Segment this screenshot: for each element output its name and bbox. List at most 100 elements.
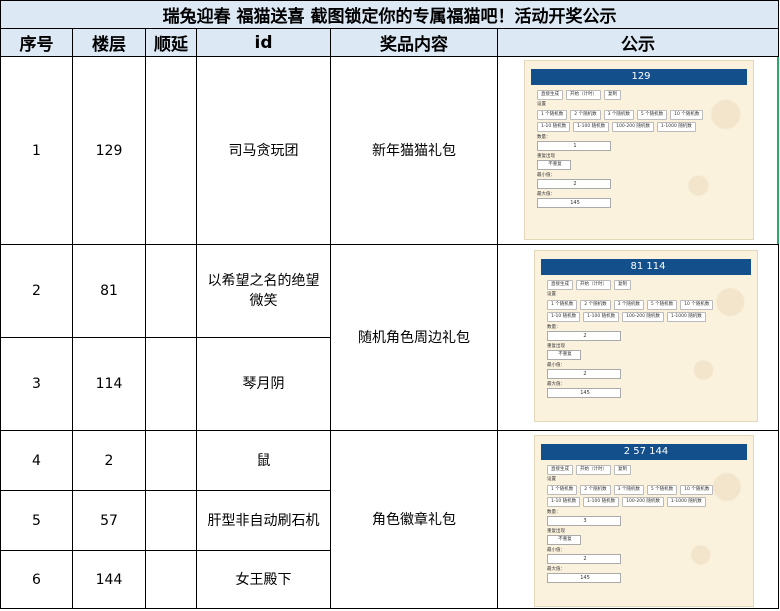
cell-no: 4 <box>0 430 73 491</box>
header-publicity: 公示 <box>496 28 780 57</box>
cell-id: 司马贪玩团 <box>196 56 331 245</box>
cell-prize: 角色徽章礼包 <box>330 430 498 609</box>
range-button: 100-200 随机数 <box>622 497 664 507</box>
prize-table: 瑞兔迎春 福猫送喜 截图锁定你的专属福猫吧！活动开奖公示 序号 楼层 顺延 id… <box>0 0 780 609</box>
repeat-label: 重复出现 <box>547 344 565 349</box>
settings-label: 设置 <box>547 477 556 482</box>
cell-shunyan <box>145 337 197 431</box>
count-buttons: 1 个随机数 2 个随机数 3 个随机数 5 个随机数 10 个随机数 <box>547 485 714 495</box>
settings-label: 设置 <box>537 102 546 107</box>
cell-floor: 81 <box>72 244 146 338</box>
cell-shunyan <box>145 430 197 491</box>
ornament-pattern <box>665 436 753 606</box>
min-label: 最小值： <box>537 173 555 178</box>
repeat-label: 重复出现 <box>547 529 565 534</box>
count-buttons: 1 个随机数 2 个随机数 3 个随机数 5 个随机数 10 个随机数 <box>547 300 714 310</box>
range-buttons: 1-10 随机数 1-100 随机数 100-200 随机数 1-1000 随机数 <box>547 312 706 322</box>
cell-prize: 新年猫猫礼包 <box>330 56 498 245</box>
min-input: 2 <box>547 369 621 379</box>
count-button: 10 个随机数 <box>680 485 714 495</box>
count-button: 2 个随机数 <box>570 110 601 120</box>
range-button: 1-10 随机数 <box>547 312 581 322</box>
top-buttons: 直接生成 开始（计时） 复制 <box>547 465 631 475</box>
screenshot-panel: 81 114 直接生成 开始（计时） 复制 设置 1 个随机数 2 个随机数 3 个随机数 5 … <box>534 250 758 422</box>
range-buttons: 1-10 随机数 1-100 随机数 100-200 随机数 1-1000 随机数 <box>547 497 706 507</box>
repeat-select: 不重复 <box>547 350 581 360</box>
result-bar: 2 57 144 <box>541 444 747 460</box>
range-button: 1-1000 随机数 <box>666 497 706 507</box>
cell-id: 肝型非自动刷石机 <box>196 490 331 551</box>
max-label: 最大值： <box>547 567 565 572</box>
min-input: 2 <box>537 179 611 189</box>
count-button: 3 个随机数 <box>603 110 634 120</box>
range-button: 1-1000 随机数 <box>666 312 706 322</box>
header-id: id <box>196 28 331 57</box>
generator-button: 直接生成 <box>537 90 563 100</box>
cell-no: 5 <box>0 490 73 551</box>
count-buttons: 1 个随机数 2 个随机数 3 个随机数 5 个随机数 10 个随机数 <box>537 110 704 120</box>
count-button: 5 个随机数 <box>636 110 668 120</box>
cell-floor: 114 <box>72 337 146 431</box>
result-bar: 81 114 <box>541 259 751 275</box>
result-bar: 129 <box>531 69 747 85</box>
cell-floor: 129 <box>72 56 146 245</box>
generator-button: 开始（计时） <box>576 280 611 290</box>
screenshot-panel: 2 57 144 直接生成 开始（计时） 复制设置 1 个随机数 2 个随机数 3 个随机数… <box>534 435 754 607</box>
count-input: 2 <box>547 331 621 341</box>
max-input: 145 <box>547 388 621 398</box>
min-label: 最小值： <box>547 363 565 368</box>
ornament-pattern <box>668 251 757 421</box>
header-shunyan: 顺延 <box>145 28 197 57</box>
range-button: 1-100 随机数 <box>583 312 620 322</box>
max-label: 最大值： <box>537 192 555 197</box>
cell-floor: 57 <box>72 490 146 551</box>
range-button: 1-10 随机数 <box>537 122 571 132</box>
count-button: 1 个随机数 <box>547 300 578 310</box>
max-input: 145 <box>547 573 621 583</box>
min-input: 2 <box>547 554 621 564</box>
cell-floor: 144 <box>72 550 146 609</box>
range-button: 1-100 随机数 <box>573 122 610 132</box>
cell-no: 1 <box>0 56 73 245</box>
ornament-pattern <box>661 61 753 239</box>
count-button: 3 个随机数 <box>613 300 644 310</box>
header-row: 序号 楼层 顺延 id 奖品内容 公示 <box>0 28 780 57</box>
generator-button: 直接生成 <box>547 465 573 475</box>
count-button: 5 个随机数 <box>646 485 678 495</box>
cell-shunyan <box>145 550 197 609</box>
top-buttons: 直接生成 开始（计时） 复制 <box>547 280 631 290</box>
cell-prize: 随机角色周边礼包 <box>330 244 498 431</box>
count-input: 3 <box>547 516 621 526</box>
publicity-cell: 81 114 直接生成 开始（计时） 复制 设置 1 个随机数 2 个随机数 3 个随机数 5 … <box>496 244 780 431</box>
table-row: 4 2 鼠 角色徽章礼包 2 57 144 直接生成 开始（计时） 复制 设置 1 个随机… <box>0 430 780 609</box>
count-input: 1 <box>537 141 611 151</box>
cell-no: 2 <box>0 244 73 338</box>
divider <box>777 57 780 244</box>
repeat-select: 不重复 <box>547 535 581 545</box>
cell-floor: 2 <box>72 430 146 491</box>
table-row: 1 129 司马贪玩团 新年猫猫礼包 129 直接生成 开始（计时） 复制设置 1 个随… <box>0 56 780 245</box>
top-buttons: 直接生成 开始（计时） 复制 <box>537 90 621 100</box>
count-button: 3 个随机数 <box>613 485 644 495</box>
count-label: 数量： <box>547 510 561 515</box>
count-label: 数量： <box>537 135 551 140</box>
cell-id: 女王殿下 <box>196 550 331 609</box>
cell-id: 琴月阴 <box>196 337 331 431</box>
range-button: 1-1000 随机数 <box>656 122 696 132</box>
cell-no: 6 <box>0 550 73 609</box>
count-button: 1 个随机数 <box>547 485 578 495</box>
max-label: 最大值： <box>547 382 565 387</box>
header-no: 序号 <box>0 28 73 57</box>
cell-shunyan <box>145 490 197 551</box>
header-prize: 奖品内容 <box>330 28 498 57</box>
publicity-cell: 129 直接生成 开始（计时） 复制设置 1 个随机数 2 个随机数 3 个随机数 5 个随机… <box>496 56 780 245</box>
range-buttons: 1-10 随机数 1-100 随机数 100-200 随机数 1-1000 随机数 <box>537 122 696 132</box>
range-button: 100-200 随机数 <box>622 312 664 322</box>
repeat-label: 重复出现 <box>537 154 555 159</box>
count-button: 2 个随机数 <box>580 485 611 495</box>
max-input: 145 <box>537 198 611 208</box>
cell-shunyan <box>145 56 197 245</box>
count-button: 10 个随机数 <box>670 110 704 120</box>
generator-button: 复制 <box>614 280 631 290</box>
header-floor: 楼层 <box>72 28 146 57</box>
